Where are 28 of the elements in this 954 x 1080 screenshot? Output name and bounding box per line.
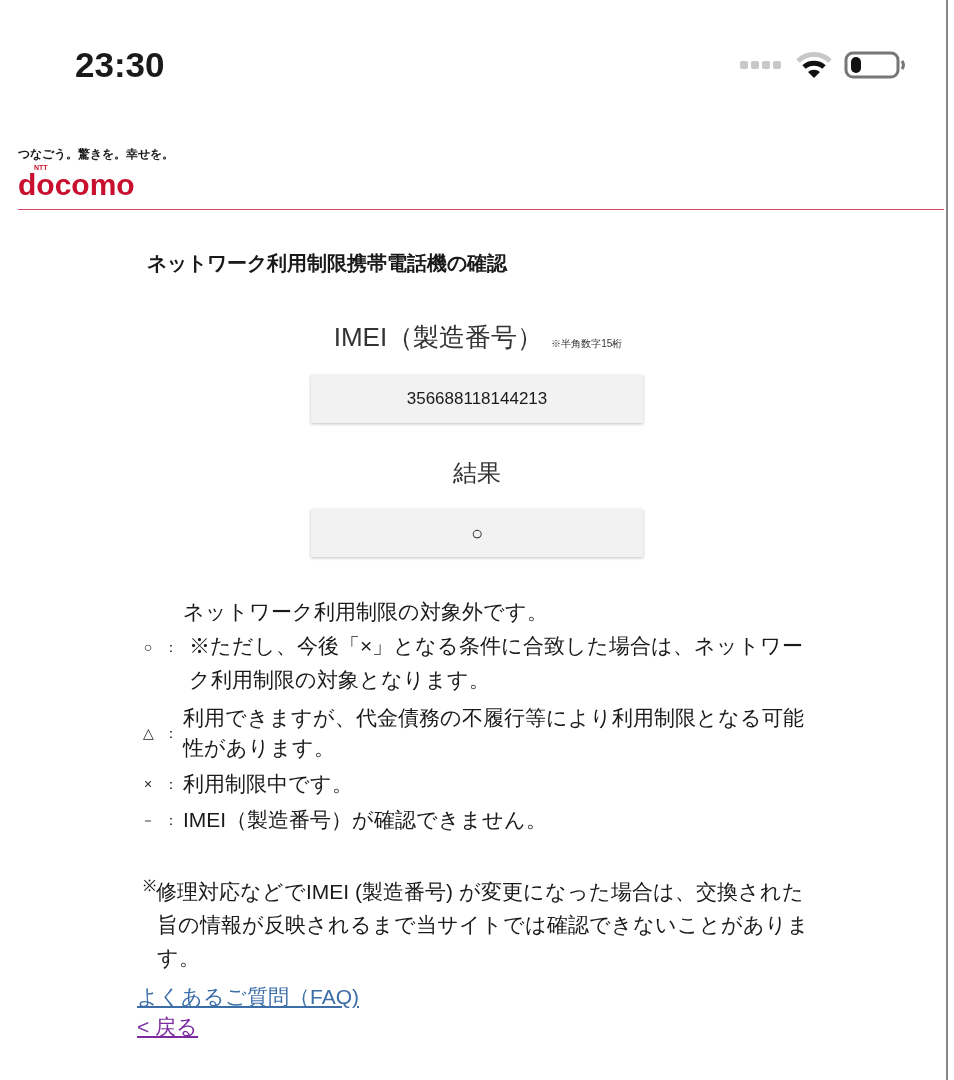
legend-symbol: △	[141, 723, 155, 743]
tagline: つなごう。驚きを。幸せを。	[18, 148, 175, 160]
result-label: 結果	[453, 458, 501, 488]
page-title: ネットワーク利用制限携帯電話機の確認	[147, 251, 509, 276]
imei-hint: ※半角数字15桁	[551, 337, 623, 351]
imei-label: IMEI（製造番号）	[333, 321, 544, 354]
result-field[interactable]: ○	[311, 509, 643, 557]
imei-field[interactable]: 356688118144213	[311, 375, 643, 423]
faq-link[interactable]: よくあるご質問（FAQ)	[137, 982, 359, 1012]
signal-icon	[740, 60, 784, 70]
legend-text: 利用制限中です。	[183, 771, 354, 797]
legend-text: 利用できますが、代金債務の不履行等により利用制限となる可能性があります。	[183, 705, 805, 761]
legend-text: IMEI（製造番号）が確認できません。	[183, 807, 549, 833]
legend-colon: ：	[163, 810, 179, 830]
legend-colon: ：	[163, 774, 179, 794]
legend-colon: ：	[163, 723, 179, 743]
battery-icon	[844, 51, 906, 79]
wifi-icon	[796, 51, 832, 79]
legend-text: ネットワーク利用制限の対象外です。	[183, 599, 549, 625]
legend-symbol: －	[140, 810, 156, 830]
footnote: $^{※}$修理対応などでIMEI (製造番号) が変更になった場合は、交換された旨の情報が反映されるまで当サイトでは確認できないことがあります。	[143, 876, 810, 971]
legend-colon: ：	[163, 637, 179, 657]
legend-symbol: ○	[142, 637, 154, 657]
legend-symbol: ×	[142, 774, 154, 794]
brand-logo: docomo	[18, 171, 136, 199]
legend-note: ※ただし、今後「×」となる条件に合致した場合は、ネットワーク利用制限の対象となります。	[188, 633, 805, 693]
status-time: 23:30	[75, 43, 165, 86]
back-link[interactable]: < 戻る	[137, 1012, 199, 1042]
